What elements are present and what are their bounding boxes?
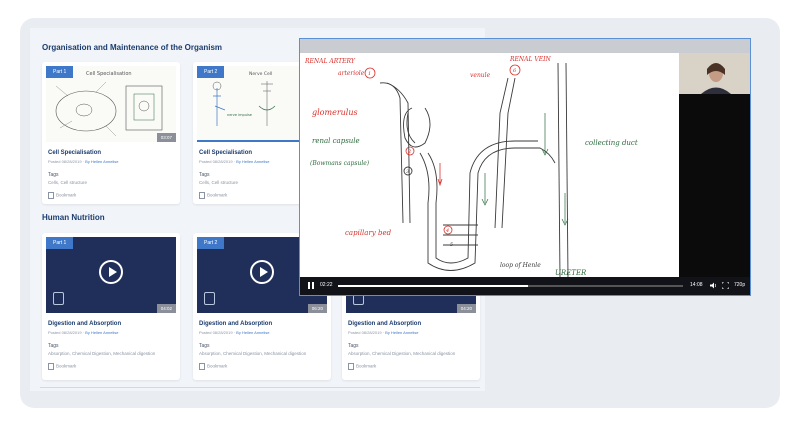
author-link[interactable]: By Hellen Annelise: [236, 330, 269, 335]
video-thumbnail[interactable]: Part 1 04:02: [46, 237, 176, 313]
card-meta: Posted 08/28/2019 · By Hellen Annelise: [48, 330, 119, 335]
seek-bar[interactable]: [338, 285, 683, 287]
player-title-bar: [300, 39, 750, 53]
label-ureter: URETER: [555, 269, 587, 277]
card-title[interactable]: Cell Specialisation: [48, 150, 180, 156]
bookmark-icon: [48, 192, 54, 199]
bookmark-label: Bookmark: [207, 363, 228, 369]
card-meta: Posted 08/28/2019 · By Hellen Annelise: [48, 159, 119, 164]
card-meta: Posted 08/28/2019 · By Hellen Annelise: [348, 330, 419, 335]
presenter-webcam: [679, 53, 750, 94]
posted-date: Posted 08/28/2019: [199, 159, 233, 164]
volume-icon[interactable]: [710, 282, 717, 289]
label-num-5: 5: [450, 242, 453, 248]
video-card[interactable]: Part 1 04:02 Digestion and Absorption Po…: [42, 233, 180, 380]
svg-text:nerve impulse: nerve impulse: [227, 113, 252, 117]
label-renal-vein: RENAL VEIN: [509, 56, 551, 63]
bookmark-label: Bookmark: [56, 363, 77, 369]
tags-list: Cells, Cell structure: [48, 180, 88, 185]
bookmark-icon: [199, 363, 205, 370]
label-num-4: 4: [445, 228, 449, 234]
video-player[interactable]: RENAL ARTERY arteriole RENAL VEIN venule…: [299, 38, 751, 296]
posted-date: Posted 08/28/2019: [48, 330, 82, 335]
video-card[interactable]: Cell Specialisation Part 1 03:07 Cell Sp…: [42, 62, 180, 204]
part-badge: Part 2: [197, 66, 225, 78]
author-link[interactable]: By Hellen Annelise: [236, 159, 269, 164]
bookmark-icon: [48, 363, 54, 370]
label-renal-capsule: renal capsule: [312, 137, 360, 145]
play-icon[interactable]: [250, 259, 274, 284]
bookmark-label: Bookmark: [207, 192, 228, 198]
card-title[interactable]: Digestion and Absorption: [48, 321, 180, 327]
video-thumbnail[interactable]: Cell Specialisation Part 1 03:07: [46, 66, 176, 142]
tags-label: Tags: [199, 343, 210, 349]
duration-badge: 03:07: [156, 133, 176, 142]
play-icon[interactable]: [99, 259, 123, 284]
presenter-panel-background: [679, 94, 750, 293]
label-loop-of-henle: loop of Henle: [500, 262, 541, 269]
bookmark-button[interactable]: Bookmark: [199, 363, 331, 370]
brain-logo-icon: [204, 292, 215, 305]
bookmark-button[interactable]: Bookmark: [48, 192, 180, 199]
tags-list: Absorption, Chemical Digestion, Mechanic…: [348, 351, 456, 356]
author-link[interactable]: By Hellen Annelise: [85, 330, 118, 335]
fullscreen-icon[interactable]: [722, 282, 729, 289]
svg-text:Cell Specialisation: Cell Specialisation: [86, 71, 132, 77]
tags-list: Absorption, Chemical Digestion, Mechanic…: [48, 351, 156, 356]
tags-list: Absorption, Chemical Digestion, Mechanic…: [199, 351, 307, 356]
whiteboard-kidney-diagram: RENAL ARTERY arteriole RENAL VEIN venule…: [304, 56, 638, 279]
part-badge: Part 1: [46, 237, 74, 249]
part-badge: Part 2: [197, 237, 225, 249]
tags-label: Tags: [48, 343, 59, 349]
label-arteriole: arteriole: [338, 70, 365, 77]
bookmark-label: Bookmark: [56, 192, 77, 198]
player-controls: 02:22 14:08 720p: [300, 277, 750, 295]
watch-progress-bar: [197, 140, 307, 142]
posted-date: Posted 08/28/2019: [48, 159, 82, 164]
card-meta: Posted 08/28/2019 · By Hellen Annelise: [199, 330, 270, 335]
label-num-1: 1: [368, 71, 371, 77]
label-num-3: 3: [406, 169, 409, 175]
bookmark-icon: [199, 192, 205, 199]
label-collecting-duct: collecting duct: [585, 139, 638, 147]
bookmark-button[interactable]: Bookmark: [48, 363, 180, 370]
seek-bar-fill: [338, 285, 528, 287]
author-link[interactable]: By Hellen Annelise: [85, 159, 118, 164]
divider: [40, 387, 480, 388]
bookmark-label: Bookmark: [356, 363, 377, 369]
bookmark-button[interactable]: Bookmark: [348, 363, 480, 370]
label-bowmans-capsule: (Bowmans capsule): [310, 160, 370, 167]
brain-logo-icon: [53, 292, 64, 305]
tags-label: Tags: [348, 343, 359, 349]
section-title-organisation: Organisation and Maintenance of the Orga…: [42, 43, 223, 52]
card-title[interactable]: Digestion and Absorption: [348, 321, 480, 327]
svg-text:Nerve Cell: Nerve Cell: [249, 71, 272, 77]
card-title[interactable]: Digestion and Absorption: [199, 321, 331, 327]
bookmark-icon: [348, 363, 354, 370]
duration-badge: 04:02: [156, 304, 176, 313]
quality-selector[interactable]: 720p: [734, 282, 745, 288]
duration-badge: 06:20: [307, 304, 327, 313]
label-renal-artery: RENAL ARTERY: [304, 58, 356, 65]
label-capillary-bed: capillary bed: [345, 229, 392, 237]
posted-date: Posted 08/28/2019: [199, 330, 233, 335]
pause-icon[interactable]: [308, 282, 314, 289]
label-num-2: 2: [407, 149, 411, 155]
label-num-6: 6: [513, 68, 517, 74]
presenter-avatar: [679, 53, 750, 94]
posted-date: Posted 08/28/2019: [348, 330, 382, 335]
tags-label: Tags: [48, 172, 59, 178]
label-venule: venule: [470, 72, 491, 79]
section-title-nutrition: Human Nutrition: [42, 213, 105, 222]
duration-badge: 04:20: [456, 304, 476, 313]
total-time: 14:08: [690, 282, 703, 288]
label-glomerulus: glomerulus: [312, 108, 358, 117]
part-badge: Part 1: [46, 66, 74, 78]
current-time: 02:22: [320, 282, 333, 288]
author-link[interactable]: By Hellen Annelise: [385, 330, 418, 335]
